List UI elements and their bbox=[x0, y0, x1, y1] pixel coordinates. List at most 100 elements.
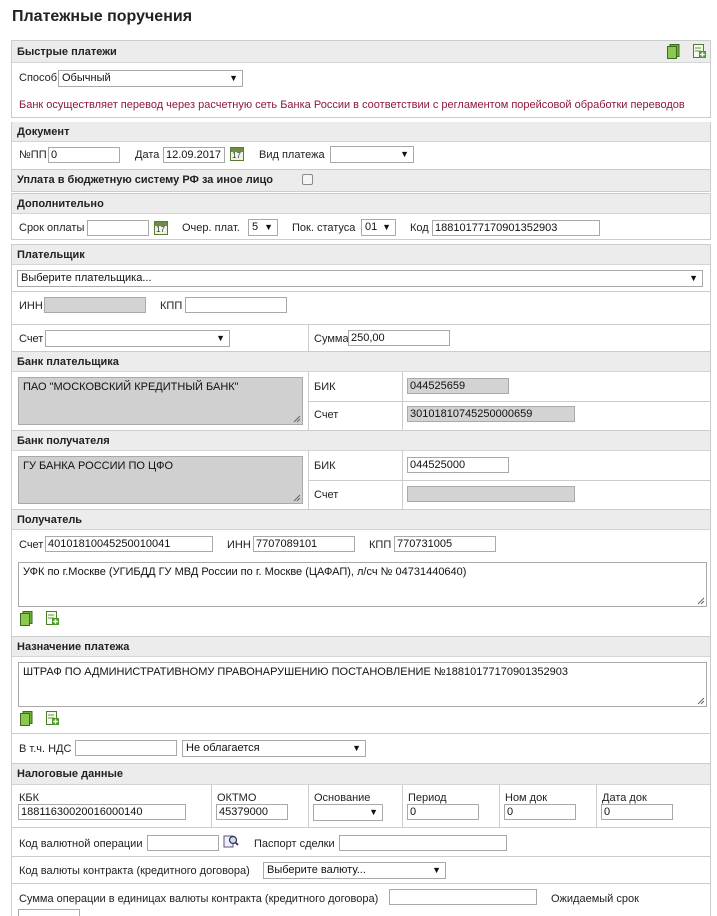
purpose-section: Назначение платежа ШТРАФ ПО АДМИНИСТРАТИ… bbox=[11, 637, 711, 764]
tax-header: Налоговые данные bbox=[17, 768, 124, 780]
queue-select[interactable]: 5 ▼ bbox=[248, 219, 278, 236]
chevron-down-icon: ▼ bbox=[229, 73, 238, 83]
status-label: Пок. статуса bbox=[292, 222, 356, 234]
code-label: Код bbox=[410, 222, 429, 234]
additional-section: Дополнительно Срок оплаты Очер. плат. 5▼… bbox=[11, 193, 711, 240]
kbk-label: КБК bbox=[19, 792, 40, 804]
oktmo-label: ОКТМО bbox=[217, 792, 257, 804]
chevron-down-icon: ▼ bbox=[382, 222, 391, 232]
op-code-label: Код валютной операции bbox=[19, 838, 143, 850]
doc-date-tax-label: Дата док bbox=[602, 792, 647, 804]
vat-label: В т.ч. НДС bbox=[19, 743, 72, 755]
copy-icon[interactable] bbox=[20, 711, 33, 726]
method-label: Способ bbox=[19, 72, 58, 84]
payer-account-select[interactable]: ▼ bbox=[45, 330, 230, 347]
payee-bank-bik-label: БИК bbox=[314, 460, 336, 472]
add-icon[interactable] bbox=[693, 44, 706, 59]
chevron-down-icon: ▼ bbox=[369, 807, 378, 817]
add-icon[interactable] bbox=[46, 711, 59, 726]
copy-icon[interactable] bbox=[667, 44, 680, 59]
doc-number-input[interactable]: 0 bbox=[48, 147, 120, 163]
routing-notice: Банк осуществляет перевод через расчетну… bbox=[19, 99, 685, 111]
code-input[interactable]: 18810177170901352903 bbox=[432, 220, 600, 236]
contract-currency-label: Код валюты контракта (кредитного договор… bbox=[19, 865, 250, 877]
kbk-input[interactable]: 18811630020016000140 bbox=[18, 804, 186, 820]
basis-label: Основание bbox=[314, 792, 371, 804]
currency-section: Код валютной операции Паспорт сделки Код… bbox=[11, 828, 711, 916]
payee-kpp-input[interactable]: 770731005 bbox=[394, 536, 496, 552]
chevron-down-icon: ▼ bbox=[400, 149, 409, 159]
calendar-icon[interactable] bbox=[154, 221, 168, 235]
payer-inn-label: ИНН bbox=[19, 300, 43, 312]
chevron-down-icon: ▼ bbox=[216, 333, 225, 343]
passport-label: Паспорт сделки bbox=[254, 838, 335, 850]
purpose-header: Назначение платежа bbox=[17, 641, 130, 653]
sum-label: Сумма bbox=[314, 333, 349, 345]
purpose-textarea[interactable]: ШТРАФ ПО АДМИНИСТРАТИВНОМУ ПРАВОНАРУШЕНИ… bbox=[18, 662, 707, 707]
payee-name-textarea[interactable]: УФК по г.Москве (УГИБДД ГУ МВД России по… bbox=[18, 562, 707, 607]
add-icon[interactable] bbox=[46, 611, 59, 626]
payer-bank-section: Банк плательщика ПАО "МОСКОВСКИЙ КРЕДИТН… bbox=[11, 352, 711, 431]
document-section: Документ №ПП 0 Дата 12.09.2017 Вид плате… bbox=[11, 122, 711, 170]
budget-third-party-checkbox[interactable] bbox=[302, 174, 313, 185]
payee-bank-section: Банк получателя ГУ БАНКА РОССИИ ПО ЦФО Б… bbox=[11, 431, 711, 510]
method-select[interactable]: Обычный ▼ bbox=[58, 70, 243, 87]
period-input[interactable]: 0 bbox=[407, 804, 479, 820]
period-label: Период bbox=[408, 792, 447, 804]
payment-type-select[interactable]: ▼ bbox=[330, 146, 414, 163]
doc-date-input[interactable]: 12.09.2017 bbox=[163, 147, 225, 163]
additional-header: Дополнительно bbox=[17, 198, 104, 210]
payer-bank-account-label: Счет bbox=[314, 409, 339, 421]
payee-bank-bik-input[interactable]: 044525000 bbox=[407, 457, 509, 473]
chevron-down-icon: ▼ bbox=[432, 865, 441, 875]
copy-icon[interactable] bbox=[20, 611, 33, 626]
payee-inn-label: ИНН bbox=[227, 539, 251, 551]
payer-bank-name: ПАО "МОСКОВСКИЙ КРЕДИТНЫЙ БАНК" bbox=[18, 377, 303, 425]
doc-number-label: №ПП bbox=[19, 149, 47, 161]
payer-select[interactable]: Выберите плательщика... ▼ bbox=[17, 270, 703, 287]
status-select[interactable]: 01 ▼ bbox=[361, 219, 396, 236]
vat-mode-select[interactable]: Не облагается ▼ bbox=[182, 740, 366, 757]
expected-term-label: Ожидаемый срок bbox=[551, 893, 639, 905]
budget-section: Уплата в бюджетную систему РФ за иное ли… bbox=[11, 170, 711, 192]
basis-select[interactable]: ▼ bbox=[313, 804, 383, 821]
payer-bank-account-input: 30101810745250000659 bbox=[407, 406, 575, 422]
passport-input[interactable] bbox=[339, 835, 507, 851]
payee-bank-name: ГУ БАНКА РОССИИ ПО ЦФО bbox=[18, 456, 303, 504]
expected-term-input[interactable] bbox=[18, 909, 80, 916]
payer-account-label: Счет bbox=[19, 333, 44, 345]
payee-account-input[interactable]: 40101810045250010041 bbox=[45, 536, 213, 552]
doc-num-input[interactable]: 0 bbox=[504, 804, 576, 820]
oktmo-input[interactable]: 45379000 bbox=[216, 804, 288, 820]
chevron-down-icon: ▼ bbox=[352, 743, 361, 753]
payee-section: Получатель Счет 40101810045250010041 ИНН… bbox=[11, 510, 711, 637]
calendar-icon[interactable] bbox=[230, 147, 244, 161]
payer-kpp-label: КПП bbox=[160, 300, 183, 312]
payer-section: Плательщик Выберите плательщика... ▼ ИНН … bbox=[11, 244, 711, 352]
document-header: Документ bbox=[17, 126, 70, 138]
payer-header: Плательщик bbox=[17, 249, 85, 261]
doc-date-tax-input[interactable]: 0 bbox=[601, 804, 673, 820]
due-date-label: Срок оплаты bbox=[19, 222, 85, 234]
contract-currency-select[interactable]: Выберите валюту... ▼ bbox=[263, 862, 446, 879]
quick-payments-section: Быстрые платежи Способ Обычный ▼ Банк осу… bbox=[11, 40, 711, 118]
payer-bank-bik-input: 044525659 bbox=[407, 378, 509, 394]
payer-bank-header: Банк плательщика bbox=[17, 356, 119, 368]
op-sum-input[interactable] bbox=[389, 889, 537, 905]
payee-bank-account-label: Счет bbox=[314, 489, 339, 501]
payee-kpp-label: КПП bbox=[369, 539, 392, 551]
op-code-input[interactable] bbox=[147, 835, 219, 851]
payer-kpp-input[interactable] bbox=[185, 297, 287, 313]
vat-input[interactable] bbox=[75, 740, 177, 756]
chevron-down-icon: ▼ bbox=[264, 222, 273, 232]
lookup-icon[interactable] bbox=[223, 833, 239, 849]
quick-payments-header: Быстрые платежи bbox=[17, 46, 117, 58]
payment-type-label: Вид платежа bbox=[259, 149, 325, 161]
payee-bank-header: Банк получателя bbox=[17, 435, 110, 447]
sum-input[interactable]: 250,00 bbox=[348, 330, 450, 346]
due-date-input[interactable] bbox=[87, 220, 149, 236]
payee-inn-input[interactable]: 7707089101 bbox=[253, 536, 355, 552]
payer-inn-input bbox=[44, 297, 146, 313]
tax-section: Налоговые данные КБК 1881163002001600014… bbox=[11, 764, 711, 828]
budget-third-party-label: Уплата в бюджетную систему РФ за иное ли… bbox=[17, 174, 273, 186]
